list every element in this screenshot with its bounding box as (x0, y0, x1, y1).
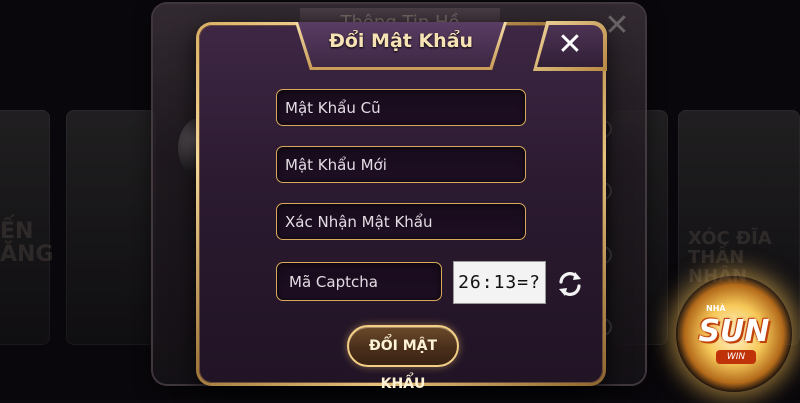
old-password-input[interactable] (277, 90, 525, 125)
dialog-title: Đổi Mật Khẩu (328, 30, 474, 52)
new-password-input[interactable] (277, 147, 525, 182)
confirm-password-input[interactable] (277, 204, 525, 239)
dialog-body: Đổi Mật Khẩu ✕ 26:13=? ĐỔI MẬT KHẨU (199, 21, 607, 392)
new-password-field[interactable] (276, 146, 526, 183)
logo-sub-text: WIN (716, 350, 756, 364)
change-password-dialog: Đổi Mật Khẩu ✕ 26:13=? ĐỔI MẬT KHẨU (196, 21, 607, 392)
sunwin-logo: NHÀ SUN WIN (676, 276, 792, 392)
captcha-input[interactable] (277, 263, 441, 300)
close-icon[interactable]: ✕ (537, 25, 603, 67)
dialog-title-bar: Đổi Mật Khẩu (295, 22, 507, 70)
logo-main-text: SUN (698, 314, 770, 349)
refresh-icon[interactable] (555, 269, 585, 299)
old-password-field[interactable] (276, 89, 526, 126)
captcha-image: 26:13=? (453, 261, 546, 304)
change-password-button[interactable]: ĐỔI MẬT KHẨU (347, 325, 459, 392)
confirm-password-field[interactable] (276, 203, 526, 240)
close-button[interactable]: ✕ (533, 21, 607, 71)
logo-top-text: NHÀ (706, 304, 726, 313)
captcha-field[interactable] (276, 262, 442, 301)
